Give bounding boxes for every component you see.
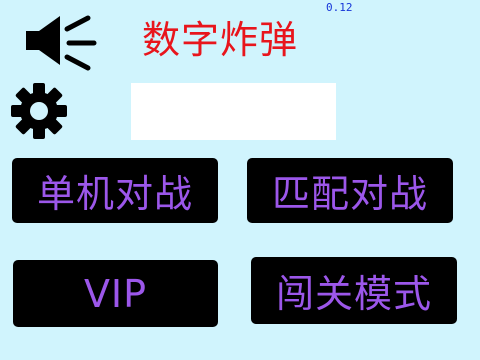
number-display xyxy=(131,83,336,140)
speaker-sound-icon[interactable] xyxy=(22,12,98,74)
level-mode-button[interactable]: 闯关模式 xyxy=(251,257,457,324)
single-player-button[interactable]: 单机对战 xyxy=(12,158,218,223)
game-title: 数字炸弹 xyxy=(142,18,299,62)
version-label: 0.12 xyxy=(326,1,353,14)
gear-icon[interactable] xyxy=(11,83,67,139)
vip-button[interactable]: VIP xyxy=(13,260,218,327)
match-battle-button[interactable]: 匹配对战 xyxy=(247,158,453,223)
